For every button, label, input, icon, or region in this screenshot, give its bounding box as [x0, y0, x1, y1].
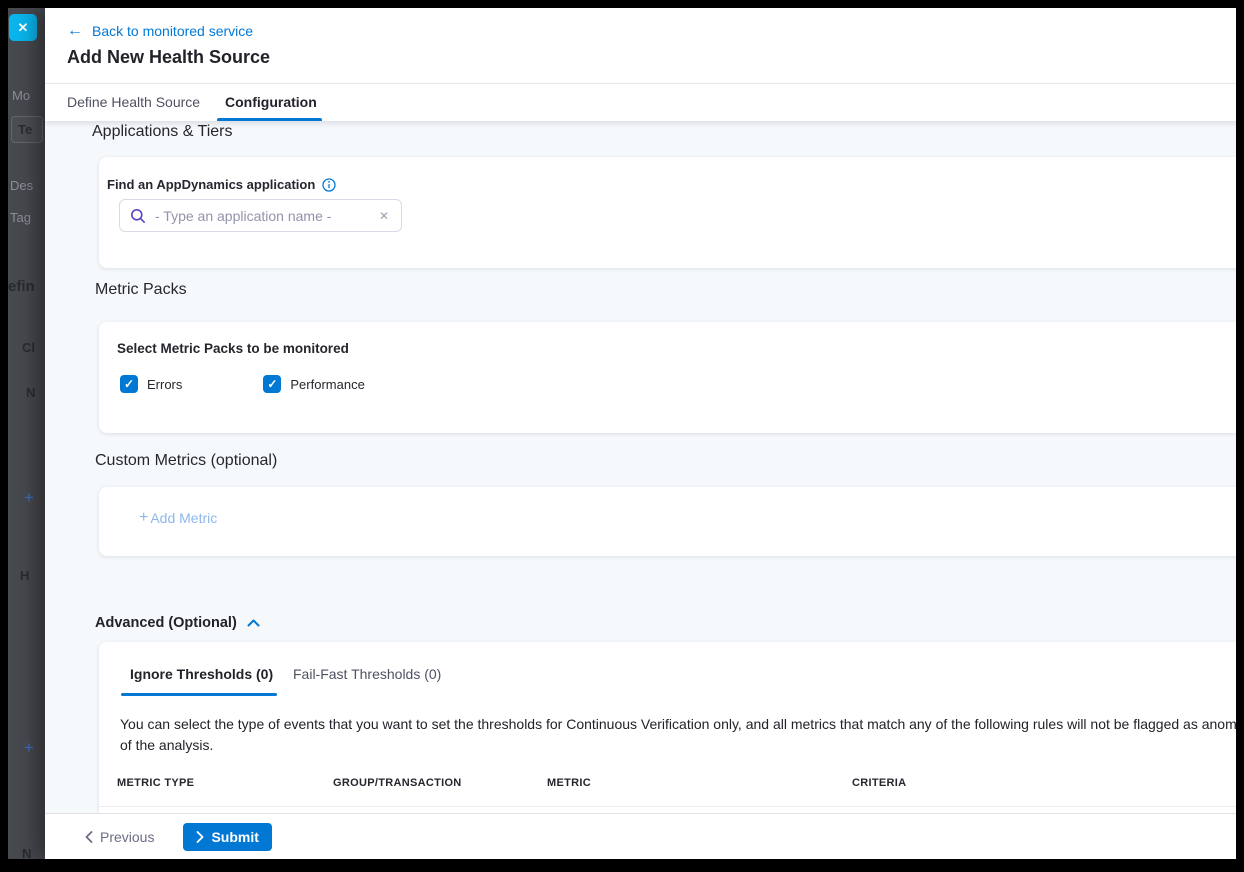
previous-button-label: Previous	[100, 829, 154, 845]
drawer-footer: Previous Submit	[45, 813, 1244, 859]
checkbox-performance[interactable]: ✓ Performance	[263, 375, 364, 393]
wizard-tabbar: Define Health Source Configuration	[45, 83, 1244, 121]
application-search-field[interactable]: ✕	[119, 199, 402, 232]
active-tab-underline	[217, 118, 322, 121]
checkbox-checked-icon: ✓	[263, 375, 281, 393]
bg-text-fragment: H	[20, 568, 29, 583]
tab-ignore-thresholds[interactable]: Ignore Thresholds (0)	[130, 666, 273, 682]
back-arrow-icon: ←	[67, 23, 83, 39]
configuration-content: Applications & Tiers Find an AppDynamics…	[45, 121, 1244, 813]
plus-icon: +	[139, 509, 148, 527]
search-icon	[130, 208, 146, 224]
column-header-metric: METRIC	[547, 777, 591, 789]
column-header-group-transaction: GROUP/TRANSACTION	[333, 777, 462, 789]
application-search-input[interactable]	[155, 208, 368, 224]
back-to-monitored-service-link[interactable]: ← Back to monitored service	[67, 23, 253, 39]
add-health-source-drawer: ← Back to monitored service Add New Heal…	[45, 8, 1244, 859]
screen: Mo Te Des Tag efin Cl N + H + N ✕ ← Back…	[0, 0, 1244, 872]
checkbox-checked-icon: ✓	[120, 375, 138, 393]
window-frame-bottom	[0, 859, 1244, 872]
table-header-divider	[99, 806, 1244, 807]
find-application-label: Find an AppDynamics application	[107, 177, 336, 192]
tab-define-health-source[interactable]: Define Health Source	[67, 94, 200, 110]
bg-text-fragment: Tag	[10, 210, 31, 225]
metric-packs-card: Select Metric Packs to be monitored ✓ Er…	[99, 322, 1244, 433]
back-link-label: Back to monitored service	[92, 23, 253, 39]
checkbox-errors-label: Errors	[147, 377, 182, 392]
add-metric-label: Add Metric	[150, 510, 217, 526]
chevron-right-icon	[196, 831, 204, 843]
bg-text-fragment: Cl	[22, 340, 35, 355]
clear-search-icon[interactable]: ✕	[377, 209, 391, 223]
bg-text-fragment: Mo	[12, 88, 30, 103]
advanced-title-text: Advanced (Optional)	[95, 615, 237, 631]
section-title-applications-tiers: Applications & Tiers	[92, 123, 233, 141]
metric-packs-subtitle: Select Metric Packs to be monitored	[117, 341, 349, 356]
thresholds-description: You can select the type of events that y…	[120, 714, 1244, 756]
previous-button[interactable]: Previous	[85, 829, 154, 845]
column-header-criteria: CRITERIA	[852, 777, 906, 789]
thresholds-description-line1: You can select the type of events that y…	[120, 714, 1244, 735]
close-icon: ✕	[18, 20, 29, 35]
section-title-custom-metrics: Custom Metrics (optional)	[95, 452, 277, 470]
bg-text-fragment: Des	[10, 178, 33, 193]
info-icon[interactable]	[322, 178, 336, 192]
drawer-close-button[interactable]: ✕	[9, 14, 37, 41]
dimmed-background-page: Mo Te Des Tag efin Cl N + H + N	[8, 8, 45, 859]
thresholds-description-line2: of the analysis.	[120, 735, 1244, 756]
bg-plus-fragment: +	[24, 738, 34, 758]
drawer-header: ← Back to monitored service Add New Heal…	[45, 8, 1244, 83]
find-application-label-text: Find an AppDynamics application	[107, 177, 315, 192]
tab-fail-fast-thresholds[interactable]: Fail-Fast Thresholds (0)	[293, 666, 441, 682]
bg-text-fragment: efin	[8, 278, 35, 295]
metric-pack-options: ✓ Errors ✓ Performance	[120, 375, 365, 393]
checkbox-performance-label: Performance	[290, 377, 364, 392]
advanced-optional-toggle[interactable]: Advanced (Optional)	[95, 615, 260, 631]
bg-plus-fragment: +	[24, 488, 34, 508]
column-header-metric-type: METRIC TYPE	[117, 777, 194, 789]
chevron-left-icon	[85, 831, 93, 843]
add-metric-button[interactable]: + Add Metric	[139, 509, 217, 527]
custom-metrics-card: + Add Metric	[99, 487, 1244, 556]
window-frame-right	[1236, 0, 1244, 872]
applications-tiers-card: Find an AppDynamics application ✕	[99, 157, 1244, 268]
advanced-thresholds-card: Ignore Thresholds (0) Fail-Fast Threshol…	[99, 642, 1244, 813]
section-title-metric-packs: Metric Packs	[95, 281, 187, 299]
active-threshold-tab-underline	[121, 693, 277, 696]
tab-configuration[interactable]: Configuration	[225, 94, 317, 110]
bg-text-fragment: N	[22, 846, 31, 859]
checkbox-errors[interactable]: ✓ Errors	[120, 375, 182, 393]
check-icon: ✓	[124, 377, 134, 391]
bg-text-fragment: N	[26, 385, 35, 400]
bg-input-fragment: Te	[11, 116, 43, 143]
submit-button-label: Submit	[211, 829, 258, 845]
submit-button[interactable]: Submit	[183, 823, 271, 851]
chevron-up-icon	[247, 619, 260, 627]
page-title: Add New Health Source	[67, 47, 270, 68]
check-icon: ✓	[267, 377, 277, 391]
